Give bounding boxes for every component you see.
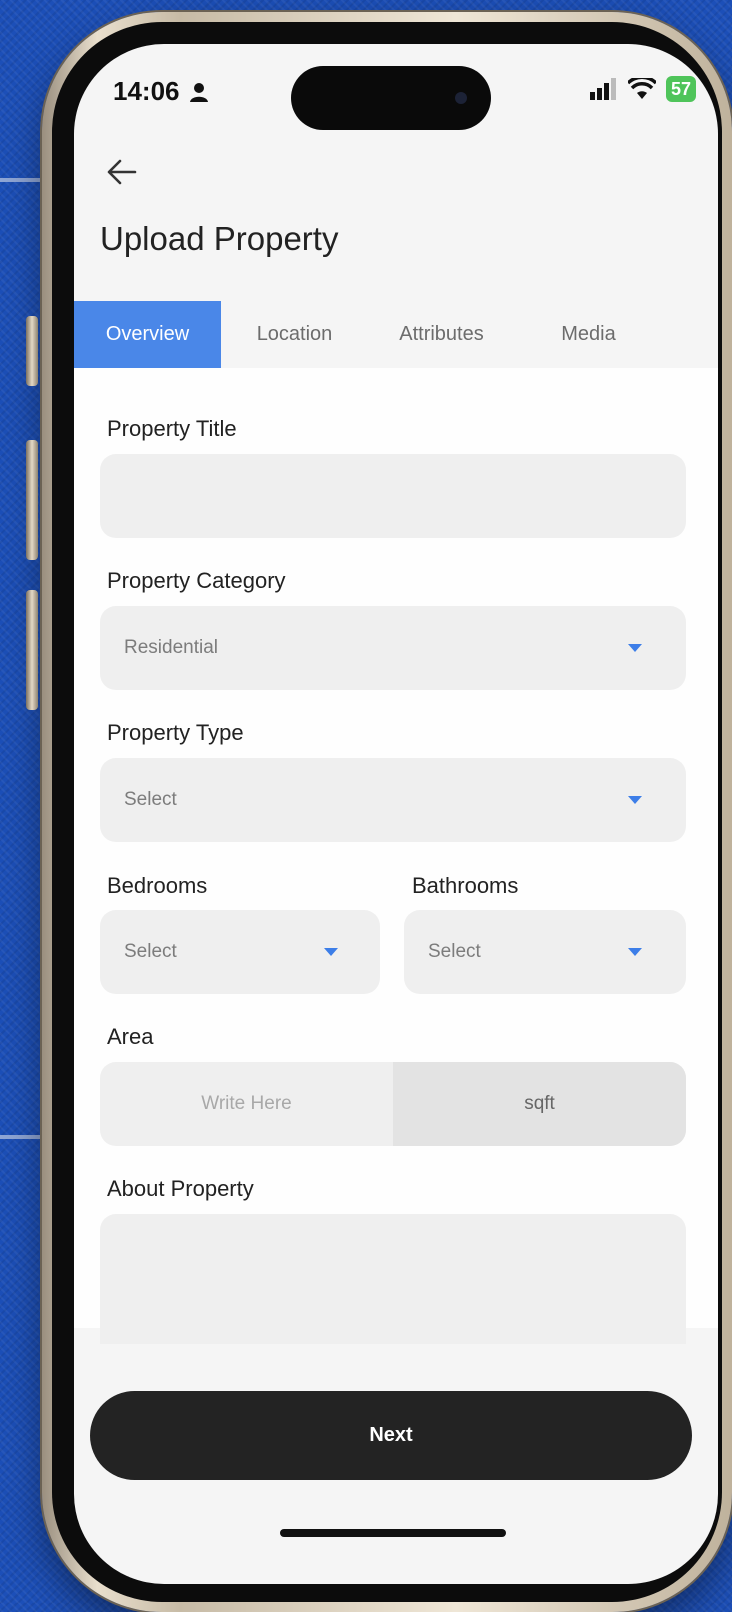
tab-attributes[interactable]: Attributes: [368, 301, 515, 368]
next-button[interactable]: Next: [90, 1391, 692, 1480]
property-category-label: Property Category: [107, 568, 286, 593]
dynamic-island: [291, 66, 491, 130]
area-label: Area: [107, 1024, 154, 1049]
arrow-left-icon: [107, 159, 137, 185]
bathrooms-label: Bathrooms: [412, 873, 519, 898]
wifi-icon: [627, 78, 656, 99]
chevron-down-icon: [628, 796, 642, 804]
person-icon: [189, 82, 208, 102]
battery-indicator: 57: [665, 76, 696, 102]
volume-down-button: [26, 590, 38, 710]
property-category-select[interactable]: Residential: [100, 606, 686, 690]
home-indicator[interactable]: [280, 1529, 506, 1537]
chevron-down-icon: [324, 948, 338, 956]
tab-location[interactable]: Location: [221, 301, 368, 368]
camera-icon: [455, 92, 467, 104]
area-input[interactable]: Write Here: [100, 1062, 393, 1146]
bedrooms-label: Bedrooms: [107, 873, 208, 898]
tab-bar: Overview Location Attributes Media: [74, 301, 718, 368]
page-title: Upload Property: [100, 220, 339, 257]
area-field: Write Here sqft: [100, 1062, 686, 1146]
property-type-label: Property Type: [107, 720, 244, 745]
bathrooms-select[interactable]: Select: [404, 910, 686, 994]
status-time: 14:06: [113, 76, 210, 107]
property-type-value: Select: [124, 789, 177, 810]
property-type-select[interactable]: Select: [100, 758, 686, 842]
property-category-value: Residential: [124, 637, 218, 658]
app-screen: 14:06 57 Upload Property Overview Locati…: [74, 44, 718, 1584]
about-property-label: About Property: [107, 1176, 254, 1201]
chevron-down-icon: [628, 644, 642, 652]
area-unit[interactable]: sqft: [393, 1062, 686, 1146]
tab-media[interactable]: Media: [515, 301, 662, 368]
bedrooms-value: Select: [124, 941, 177, 962]
time-label: 14:06: [113, 76, 180, 106]
about-property-textarea[interactable]: [100, 1214, 686, 1344]
property-title-input[interactable]: [100, 454, 686, 538]
chevron-down-icon: [628, 948, 642, 956]
action-button: [26, 316, 38, 386]
bedrooms-select[interactable]: Select: [100, 910, 380, 994]
property-title-label: Property Title: [107, 416, 237, 441]
form-area: Property Title Property Category Residen…: [74, 368, 718, 1344]
status-icons: 57: [589, 76, 696, 102]
back-button[interactable]: [102, 152, 142, 192]
volume-up-button: [26, 440, 38, 560]
tab-overview[interactable]: Overview: [74, 301, 221, 368]
bathrooms-value: Select: [428, 941, 481, 962]
cellular-signal-icon: [589, 78, 616, 100]
